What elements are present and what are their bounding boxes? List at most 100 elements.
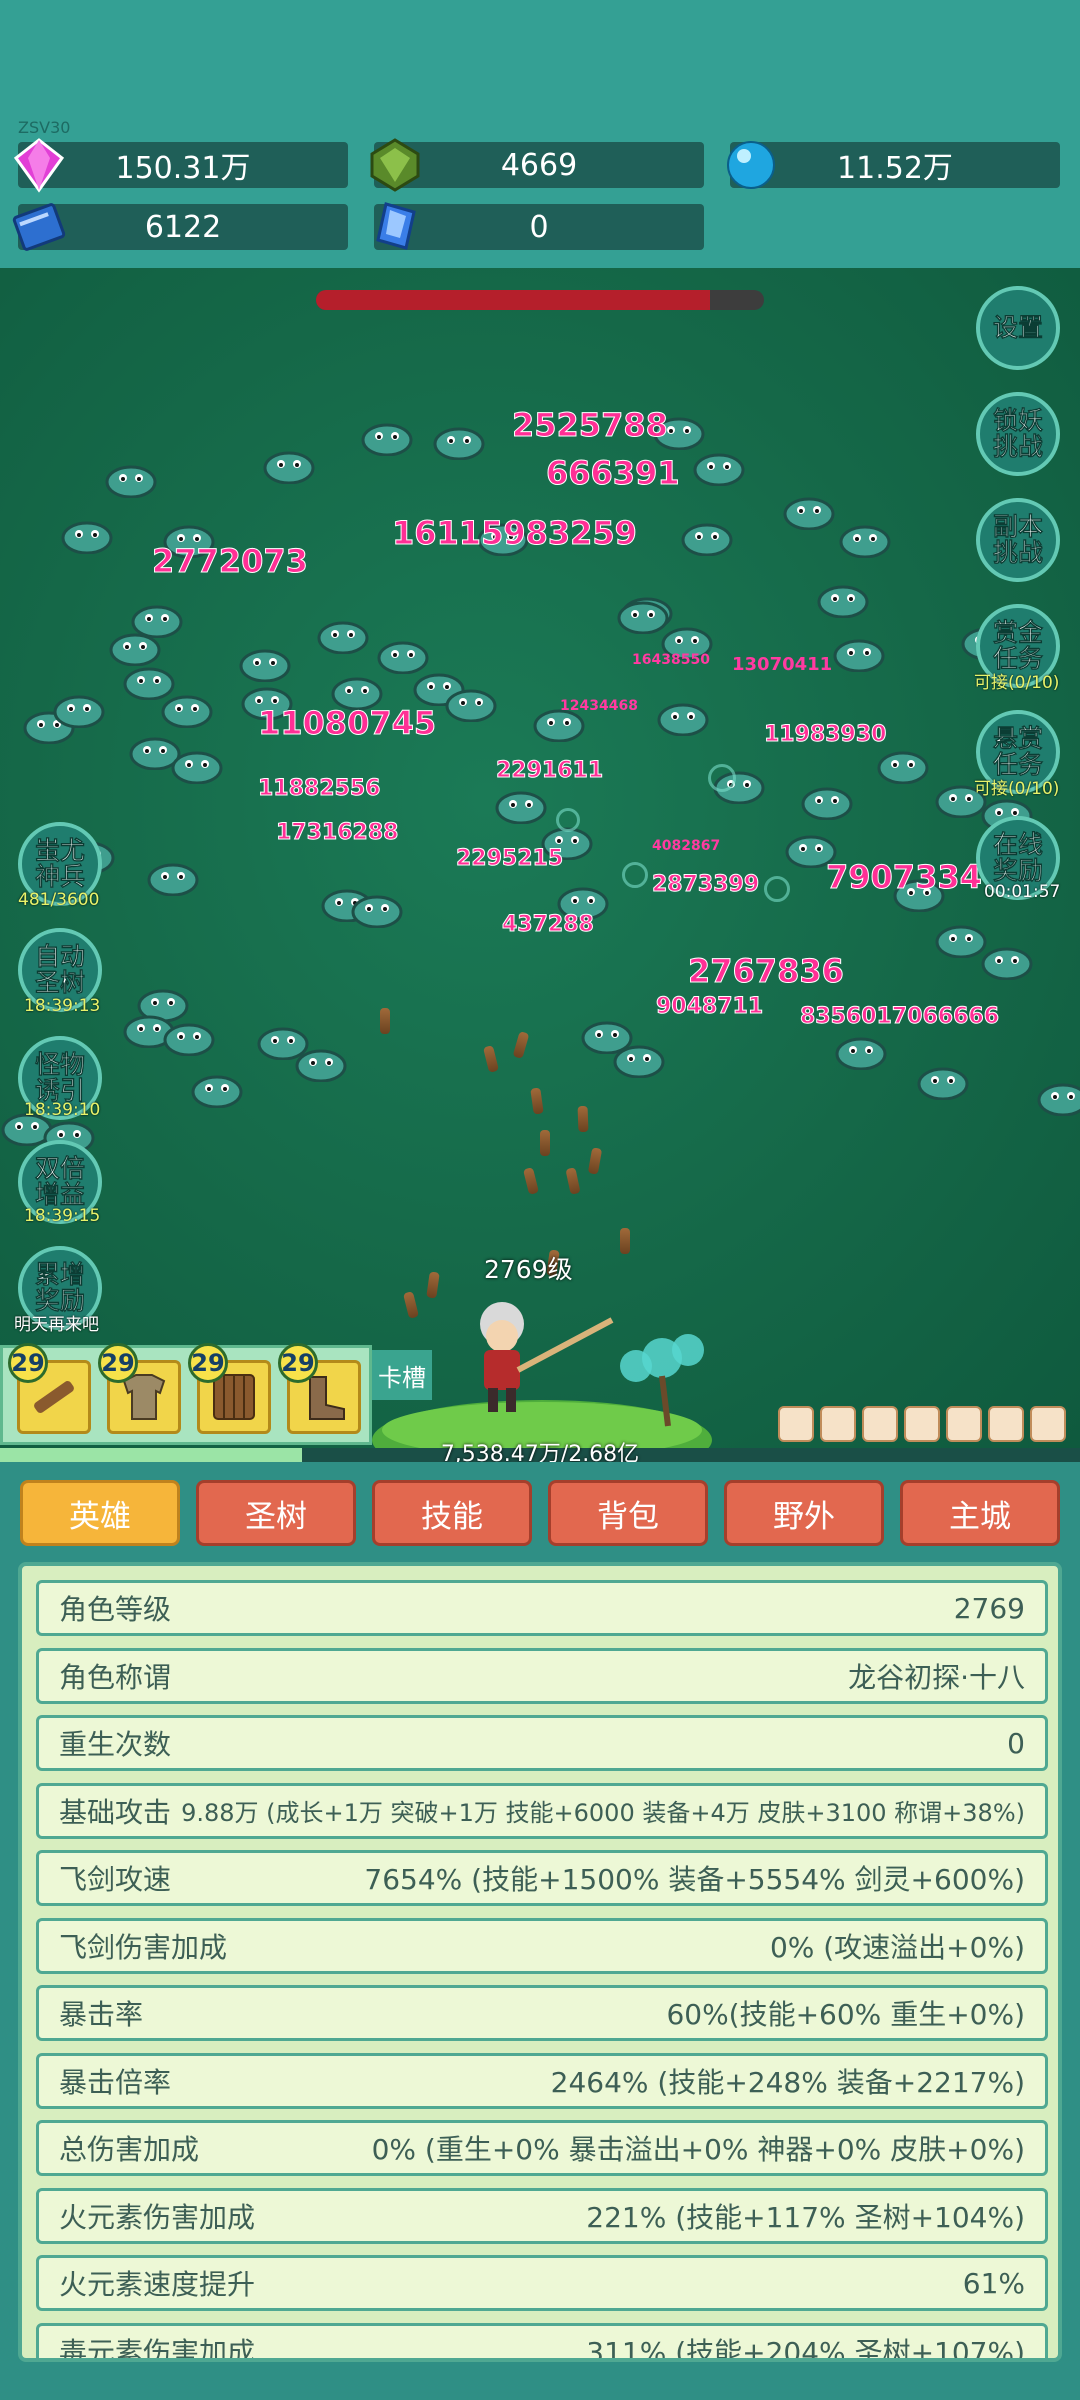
slime-monster-icon: [433, 427, 485, 460]
stat-value: 0% (重生+0% 暴击溢出+0% 神器+0% 皮肤+0%): [371, 2133, 1025, 2166]
bubble: [708, 764, 736, 792]
stat-value: 2769: [953, 1591, 1025, 1625]
flying-sword: [587, 1147, 603, 1175]
damage-number: 8356017066666: [800, 1004, 1000, 1030]
blue-crystal-value: 0: [529, 209, 549, 245]
side-sub-reward-task: 可接(0/10): [974, 779, 1060, 799]
stat-value: 2464% (技能+248% 装备+2217%): [550, 2065, 1025, 2099]
boss-hp-bar: [316, 290, 764, 310]
stat-name: 角色称谓: [59, 1660, 172, 1694]
slime-monster-icon: [783, 497, 835, 530]
stat-value: 60%(技能+60% 重生+0%): [666, 1998, 1025, 2031]
flying-sword: [577, 1105, 589, 1133]
stat-name: 重生次数: [59, 1728, 172, 1761]
side-sub-online-reward: 00:01:57: [984, 882, 1061, 902]
green-crystal-icon: [370, 138, 420, 192]
card-slot[interactable]: 29: [8, 1343, 91, 1434]
side-sub-auto-tree: 18:39:13: [24, 996, 101, 1016]
tab-hero[interactable]: 英雄: [20, 1480, 180, 1546]
flying-sword: [380, 1008, 390, 1034]
slime-monster-icon: [657, 703, 709, 736]
battlefield[interactable]: 2525788 666391 16115983259 2772073 11080…: [0, 268, 1080, 1448]
stat-row: 角色等级 2769: [36, 1580, 1048, 1636]
book-counter[interactable]: 6122: [12, 203, 348, 251]
slot-level-badge: 29: [8, 1343, 48, 1383]
gem-value: 150.31万: [115, 151, 251, 186]
resource-header: ZSV30 150.31万 4669 11.52万 6122 0: [0, 0, 1080, 268]
damage-number: 2873399: [651, 872, 760, 898]
tab-wild[interactable]: 野外: [724, 1480, 884, 1546]
hero-stats-panel[interactable]: 角色等级 2769 角色称谓 龙谷初探·十八 重生次数 0 基础攻击 9.88万 (成长+1万…: [18, 1562, 1062, 2362]
flying-sword: [483, 1045, 499, 1073]
stat-row: 飞剑伤害加成 0% (攻速溢出+0%): [36, 1917, 1048, 1974]
slime-monster-icon: [801, 787, 853, 820]
stat-name: 飞剑伤害加成: [59, 1930, 228, 1964]
settings-button[interactable]: 设置: [976, 286, 1060, 370]
green-crystal-counter[interactable]: 4669: [370, 138, 704, 192]
damage-number: 17316288: [275, 820, 399, 846]
damage-number: 11080745: [257, 704, 437, 743]
stat-name: 暴击倍率: [59, 2065, 172, 2099]
slime-monster-icon: [351, 895, 403, 928]
slime-monster-icon: [693, 453, 745, 486]
slime-monster-icon: [917, 1067, 969, 1100]
orb-value: 11.52万: [837, 151, 953, 186]
main-tab-bar: 英雄 圣树 技能 背包 野外 主城: [0, 1462, 1080, 1562]
stat-value: 0% (攻速溢出+0%): [769, 1930, 1025, 1964]
slime-monster-icon: [263, 451, 315, 484]
slime-monster-icon: [105, 465, 157, 498]
slime-monster-icon: [445, 689, 497, 722]
bubble: [764, 876, 790, 902]
damage-number: 4082867: [652, 838, 721, 854]
gem-counter[interactable]: 150.31万: [13, 138, 348, 193]
side-sub-chiyou: 481/3600: [18, 890, 100, 910]
blue-crystal-counter[interactable]: 0: [374, 202, 704, 250]
tab-holy-tree[interactable]: 圣树: [196, 1480, 356, 1546]
damage-number: 9048711: [655, 994, 764, 1020]
stat-row: 火元素速度提升 61%: [36, 2255, 1048, 2311]
card-slot-bar: 29 29 29 29: [0, 1343, 372, 1445]
tab-skills[interactable]: 技能: [372, 1480, 532, 1546]
slime-monster-icon: [317, 621, 369, 654]
slime-monster-icon: [163, 1023, 215, 1056]
boss-hp-fill: [316, 290, 711, 310]
stat-value: 221% (技能+117% 圣树+104%): [586, 2200, 1025, 2234]
side-button-dungeon[interactable]: 副本挑战: [976, 498, 1060, 582]
stat-row: 飞剑攻速 7654% (技能+1500% 装备+5554% 剑灵+600%): [36, 1850, 1048, 1906]
damage-number: 2772073: [152, 542, 309, 581]
side-sub-monster-lure: 18:39:10: [24, 1100, 101, 1120]
stat-row: 毒元素伤害加成 311% (技能+204% 圣树+107%): [36, 2322, 1048, 2358]
tab-backpack[interactable]: 背包: [548, 1480, 708, 1546]
side-sub-double-buff: 18:39:15: [24, 1206, 101, 1226]
stat-row: 基础攻击 9.88万 (成长+1万 突破+1万 技能+6000 装备+4万 皮肤+…: [36, 1782, 1048, 1839]
flying-sword: [530, 1087, 544, 1115]
card-slot-tab[interactable]: 卡槽: [372, 1350, 432, 1400]
damage-number: 11983930: [763, 722, 887, 748]
slime-monster-icon: [191, 1075, 243, 1108]
slime-monster-icon: [613, 1045, 665, 1078]
stat-name: 火元素速度提升: [59, 2268, 256, 2301]
side-sub-cumulative-reward: 明天再来吧: [14, 1315, 99, 1335]
damage-number: 12434468: [560, 698, 638, 714]
card-slot[interactable]: 29: [98, 1343, 181, 1434]
stat-value: 61%: [962, 2266, 1025, 2300]
flying-sword: [523, 1167, 539, 1195]
side-sub-bounty: 可接(0/10): [974, 673, 1060, 693]
book-value: 6122: [144, 209, 222, 245]
slime-monster-icon: [839, 525, 891, 558]
slime-monster-icon: [239, 649, 291, 682]
tab-main-city[interactable]: 主城: [900, 1480, 1060, 1546]
stat-name: 总伤害加成: [59, 2133, 200, 2166]
stat-name: 火元素伤害加成: [59, 2200, 256, 2234]
card-slot[interactable]: 29: [188, 1343, 271, 1434]
side-button-demon-lock[interactable]: 锁妖挑战: [976, 392, 1060, 476]
damage-number: 13070411: [732, 654, 833, 675]
damage-number: 2767836: [688, 952, 845, 991]
flying-sword: [565, 1167, 581, 1195]
slime-monster-icon: [53, 695, 105, 728]
gem-icon: [13, 138, 65, 193]
orb-counter[interactable]: 11.52万: [727, 141, 1060, 189]
slime-monster-icon: [981, 947, 1033, 980]
card-slot[interactable]: 29: [278, 1343, 361, 1434]
stat-name: 暴击率: [59, 1998, 144, 2031]
